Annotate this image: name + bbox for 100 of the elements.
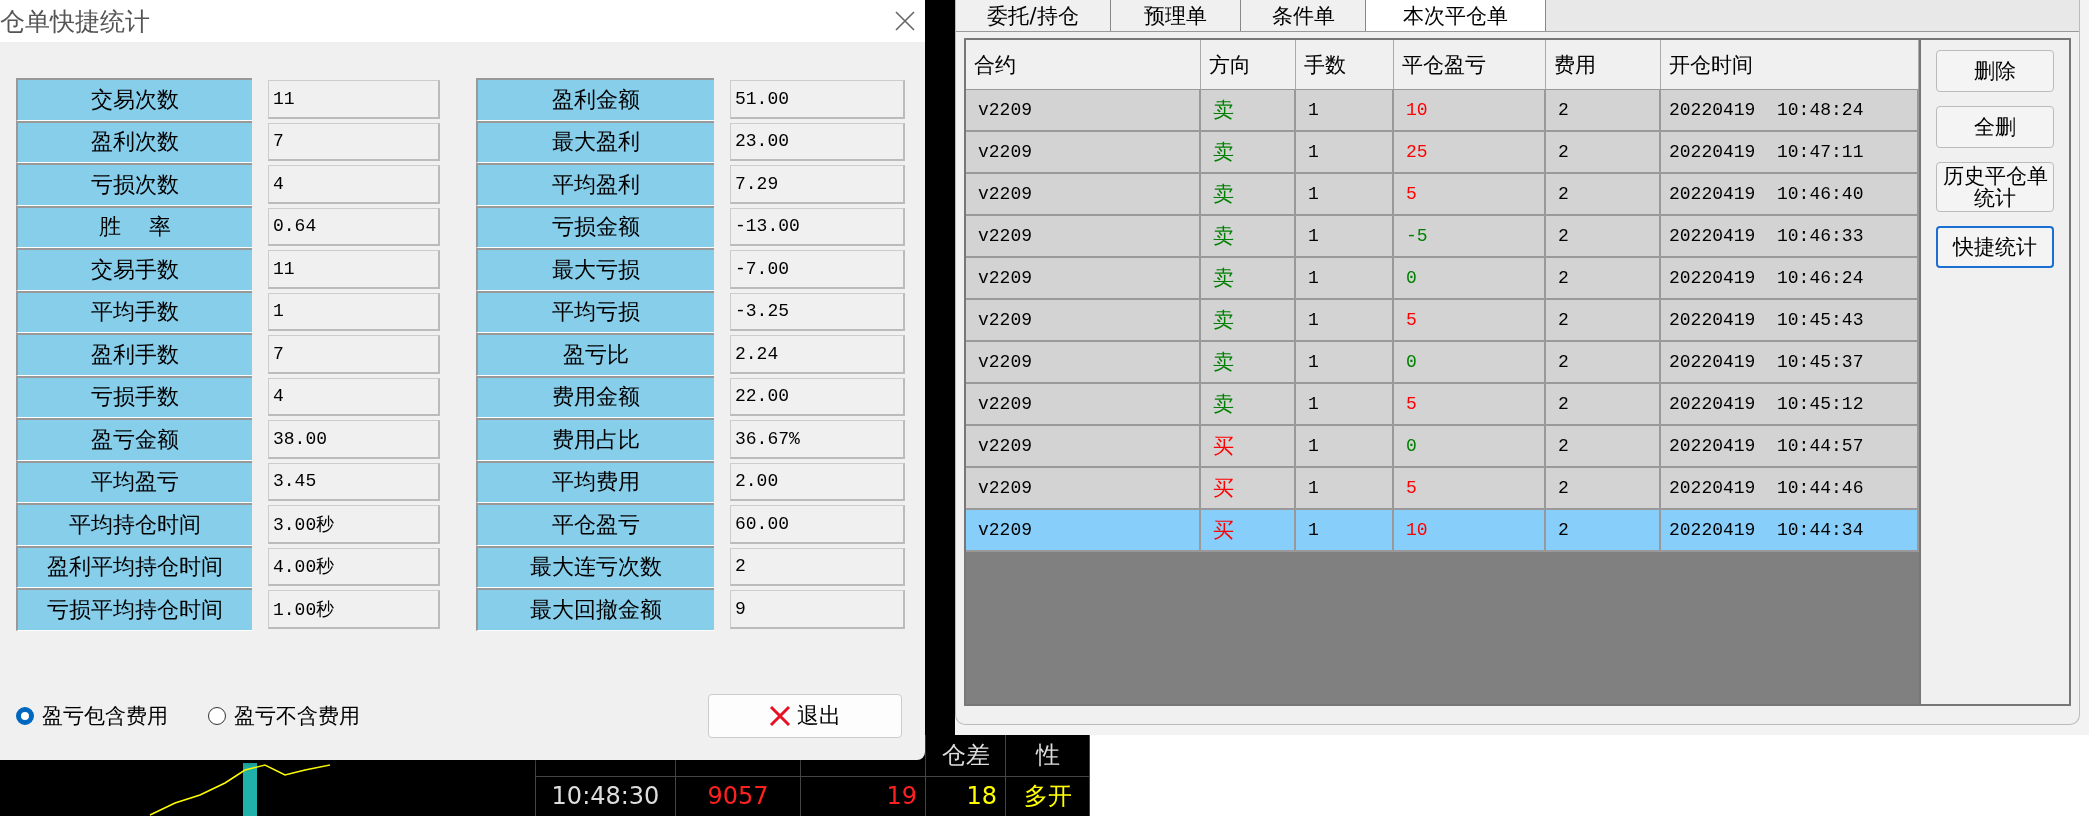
stat-value: 0.64 bbox=[268, 207, 440, 246]
column-header: 合约 bbox=[966, 40, 1201, 90]
table-cell: 10:48:30 bbox=[536, 776, 676, 816]
stat-label: 费用金额 bbox=[476, 375, 714, 418]
table-cell: 2 bbox=[1546, 132, 1661, 174]
column-header: 平仓盈亏 bbox=[1394, 40, 1546, 90]
tab[interactable]: 本次平仓单 bbox=[1366, 0, 1546, 31]
exit-button[interactable]: 退出 bbox=[708, 694, 902, 738]
stat-label: 平仓盈亏 bbox=[476, 503, 714, 546]
stat-label: 平均持仓时间 bbox=[16, 503, 252, 546]
stat-label: 平均费用 bbox=[476, 460, 714, 503]
radio-option[interactable]: 盈亏不含费用 bbox=[208, 702, 360, 730]
table-cell: 9057 bbox=[676, 776, 801, 816]
table-cell: v2209 bbox=[966, 384, 1201, 426]
stat-label: 交易手数 bbox=[16, 248, 252, 291]
direction-text: 卖 bbox=[1213, 308, 1234, 334]
table-cell: 20220419 10:46:40 bbox=[1661, 174, 1919, 216]
stat-label: 盈亏金额 bbox=[16, 418, 252, 461]
stat-value: -3.25 bbox=[730, 292, 905, 331]
side-button[interactable]: 删除 bbox=[1936, 50, 2054, 92]
table-cell: 20220419 10:45:43 bbox=[1661, 300, 1919, 342]
stat-label: 盈亏比 bbox=[476, 333, 714, 376]
table-cell: v2209 bbox=[966, 258, 1201, 300]
stat-label: 费用占比 bbox=[476, 418, 714, 461]
direction-text: 卖 bbox=[1213, 140, 1234, 166]
stat-label: 平均盈亏 bbox=[16, 460, 252, 503]
table-cell: 2 bbox=[1546, 300, 1661, 342]
tab[interactable]: 预理单 bbox=[1111, 0, 1241, 31]
stat-value: 2 bbox=[730, 547, 905, 586]
profit-value: 5 bbox=[1406, 394, 1417, 414]
stat-value: 1.00秒 bbox=[268, 590, 440, 629]
stat-value: 3.00秒 bbox=[268, 505, 440, 544]
stat-value: 36.67% bbox=[730, 420, 905, 459]
side-button[interactable]: 全删 bbox=[1936, 106, 2054, 148]
stat-value: 23.00 bbox=[730, 122, 905, 161]
stat-label: 最大回撤金额 bbox=[476, 588, 714, 631]
stat-value: 3.45 bbox=[268, 462, 440, 501]
radio-option[interactable]: 盈亏包含费用 bbox=[16, 702, 168, 730]
stat-value: 9 bbox=[730, 590, 905, 629]
table-cell: 1 bbox=[1296, 510, 1394, 552]
profit-value: 0 bbox=[1406, 268, 1417, 288]
table-cell: 20220419 10:44:34 bbox=[1661, 510, 1919, 552]
table-cell: 1 bbox=[1296, 90, 1394, 132]
stat-value: 7 bbox=[268, 122, 440, 161]
close-icon[interactable] bbox=[895, 11, 915, 31]
profit-value: 25 bbox=[1406, 142, 1428, 162]
table-cell: 20220419 10:46:24 bbox=[1661, 258, 1919, 300]
table-cell: 2 bbox=[1546, 510, 1661, 552]
stat-value: 51.00 bbox=[730, 80, 905, 119]
stat-label: 平均亏损 bbox=[476, 290, 714, 333]
table-cell: 20220419 10:47:11 bbox=[1661, 132, 1919, 174]
table-cell: v2209 bbox=[966, 468, 1201, 510]
tab[interactable]: 委托/持仓 bbox=[956, 0, 1111, 31]
tab[interactable]: 条件单 bbox=[1241, 0, 1366, 31]
table-cell: v2209 bbox=[966, 174, 1201, 216]
stat-value: 22.00 bbox=[730, 377, 905, 416]
table-cell: 20220419 10:45:37 bbox=[1661, 342, 1919, 384]
table-cell: v2209 bbox=[966, 426, 1201, 468]
stat-value: 1 bbox=[268, 292, 440, 331]
stat-value: 11 bbox=[268, 250, 440, 289]
table-cell: 2 bbox=[1546, 216, 1661, 258]
column-header: 费用 bbox=[1546, 40, 1661, 90]
table-cell: 2 bbox=[1546, 384, 1661, 426]
stat-label: 亏损金额 bbox=[476, 205, 714, 248]
table-cell: 18 bbox=[926, 776, 1006, 816]
side-button[interactable]: 历史平仓单统计 bbox=[1936, 162, 2054, 213]
profit-value: 0 bbox=[1406, 352, 1417, 372]
table-cell: 1 bbox=[1296, 174, 1394, 216]
profit-value: 5 bbox=[1406, 310, 1417, 330]
stat-value: -13.00 bbox=[730, 207, 905, 246]
table-cell: 20220419 10:48:24 bbox=[1661, 90, 1919, 132]
stat-value: 4.00秒 bbox=[268, 547, 440, 586]
side-button[interactable]: 快捷统计 bbox=[1936, 226, 2054, 269]
table-cell: 2 bbox=[1546, 468, 1661, 510]
stat-label: 平均盈利 bbox=[476, 163, 714, 206]
table-cell: 1 bbox=[1296, 342, 1394, 384]
stat-label: 交易次数 bbox=[16, 78, 252, 121]
stat-label: 平均手数 bbox=[16, 290, 252, 333]
window-title: 仓单快捷统计 bbox=[0, 5, 150, 38]
direction-text: 卖 bbox=[1213, 350, 1234, 376]
profit-value: -5 bbox=[1406, 226, 1428, 246]
table-cell: 2 bbox=[1546, 342, 1661, 384]
direction-text: 卖 bbox=[1213, 392, 1234, 418]
stat-label: 最大连亏次数 bbox=[476, 545, 714, 588]
direction-text: 买 bbox=[1213, 477, 1234, 502]
stat-value: 7.29 bbox=[730, 165, 905, 204]
close-icon bbox=[769, 705, 791, 727]
stat-label: 亏损次数 bbox=[16, 163, 252, 206]
table-cell: v2209 bbox=[966, 342, 1201, 384]
table-cell: 2 bbox=[1546, 90, 1661, 132]
table-cell: v2209 bbox=[966, 216, 1201, 258]
profit-value: 5 bbox=[1406, 184, 1417, 204]
table-cell: 2 bbox=[1546, 426, 1661, 468]
direction-text: 卖 bbox=[1213, 224, 1234, 250]
stat-label: 最大盈利 bbox=[476, 120, 714, 163]
table-cell: 1 bbox=[1296, 426, 1394, 468]
table-cell: 1 bbox=[1296, 258, 1394, 300]
stat-label: 盈利金额 bbox=[476, 78, 714, 121]
table-cell: v2209 bbox=[966, 132, 1201, 174]
stat-label: 亏损平均持仓时间 bbox=[16, 588, 252, 631]
